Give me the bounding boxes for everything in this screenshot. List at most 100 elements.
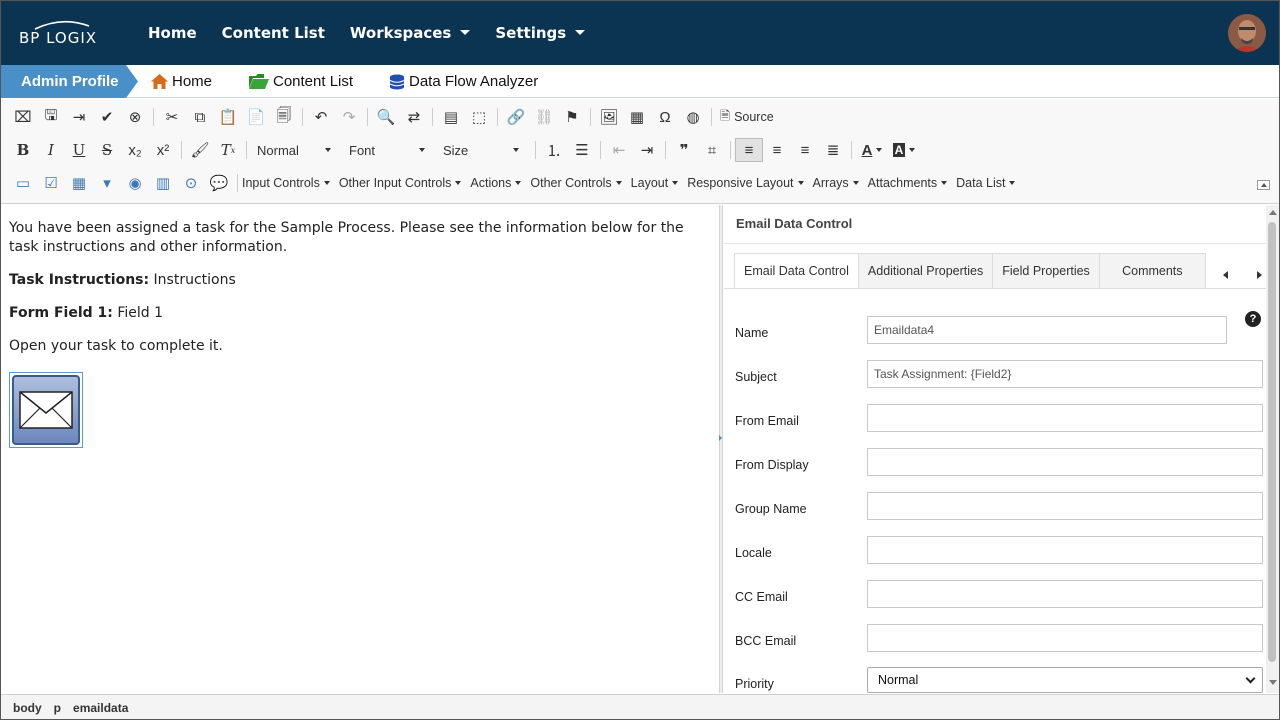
menu-attachments[interactable]: Attachments [868, 176, 948, 190]
subscript-icon[interactable]: x₂ [121, 138, 149, 162]
scroll-down-icon[interactable] [1269, 680, 1277, 685]
menu-responsive-layout[interactable]: Responsive Layout [687, 176, 804, 190]
menu-layout[interactable]: Layout [631, 176, 679, 190]
menu-data-list[interactable]: Data List [956, 176, 1016, 190]
from-email-input[interactable] [867, 404, 1263, 432]
unlink-icon[interactable]: ⛓ [530, 105, 558, 129]
outdent-icon[interactable]: ⇤ [605, 138, 633, 162]
nav-settings[interactable]: Settings [495, 24, 586, 42]
anchor-flag-icon[interactable]: ⚑ [558, 105, 586, 129]
close-circle-icon[interactable]: ⊗ [121, 105, 149, 129]
align-center-icon[interactable]: ≡ [763, 138, 791, 162]
tab-field-properties[interactable]: Field Properties [992, 253, 1100, 288]
checkbox-control-icon[interactable]: ☑ [37, 171, 65, 195]
tab-scroll-right-icon[interactable] [1257, 271, 1262, 279]
format-dropdown[interactable]: Normal [251, 139, 337, 161]
div-container-icon[interactable]: ⌗ [698, 138, 726, 162]
comment-control-icon[interactable]: 💬 [205, 171, 233, 195]
select-all-icon[interactable]: ⬚ [465, 105, 493, 129]
name-input[interactable]: Emaildata4 [867, 316, 1227, 344]
link-icon[interactable]: 🔗 [502, 105, 530, 129]
paste-word-icon[interactable]: 🗐 [270, 105, 298, 129]
nav-workspaces[interactable]: Workspaces [350, 24, 471, 42]
editor-content[interactable]: You have been assigned a task for the Sa… [1, 205, 719, 693]
subject-input[interactable]: Task Assignment: {Field2} [867, 360, 1263, 388]
menu-other-input-controls[interactable]: Other Input Controls [339, 176, 462, 190]
redo-icon[interactable]: ↷ [335, 105, 363, 129]
paste-icon[interactable]: 📋 [214, 105, 242, 129]
admin-profile-tab[interactable]: Admin Profile [0, 65, 138, 98]
indent-icon[interactable]: ⇥ [633, 138, 661, 162]
save-as-icon[interactable]: ⇥ [65, 105, 93, 129]
user-avatar[interactable] [1228, 14, 1266, 52]
priority-select[interactable]: Normal [867, 667, 1263, 693]
menu-other-controls[interactable]: Other Controls [530, 176, 622, 190]
path-emaildata[interactable]: emaildata [73, 701, 128, 715]
dropdown-control-icon[interactable]: ▾ [93, 171, 121, 195]
underline-icon[interactable]: U [65, 138, 93, 162]
align-right-icon[interactable]: ≡ [791, 138, 819, 162]
align-justify-icon[interactable]: ≣ [819, 138, 847, 162]
table-icon[interactable]: ▦ [623, 105, 651, 129]
nav-content-list[interactable]: Content List [222, 24, 325, 42]
clear-form-icon[interactable]: ⌧ [9, 105, 37, 129]
form-icon[interactable]: ▤ [437, 105, 465, 129]
copy-icon[interactable]: ⧉ [186, 105, 214, 129]
path-body[interactable]: body [13, 701, 42, 715]
subbar-home-link[interactable]: Home [151, 65, 212, 98]
help-icon[interactable]: ? [1245, 311, 1261, 327]
cut-icon[interactable]: ✂ [158, 105, 186, 129]
find-icon[interactable]: 🔍 [372, 105, 400, 129]
locale-input[interactable] [867, 536, 1263, 564]
image-icon[interactable]: 🖼 [595, 105, 623, 129]
save-check-icon[interactable]: ✔ [93, 105, 121, 129]
subbar-data-flow-link[interactable]: Data Flow Analyzer [389, 65, 538, 98]
toggle-control-icon[interactable]: ⊙ [177, 171, 205, 195]
collapse-toolbar-button[interactable] [1257, 180, 1270, 190]
date-control-icon[interactable]: ▦ [65, 171, 93, 195]
paste-text-icon[interactable]: 📄 [242, 105, 270, 129]
source-button[interactable]: 🗎 Source [716, 105, 778, 129]
bcc-email-input[interactable] [867, 624, 1263, 652]
bullet-list-icon[interactable]: ☰ [568, 138, 596, 162]
radio-control-icon[interactable]: ◉ [121, 171, 149, 195]
align-left-icon[interactable]: ≡ [735, 138, 763, 162]
background-color-icon[interactable]: A [888, 138, 920, 162]
subbar-content-list-link[interactable]: Content List [249, 65, 353, 98]
blockquote-icon[interactable]: ❞ [670, 138, 698, 162]
globe-icon[interactable]: ◍ [679, 105, 707, 129]
cc-email-input[interactable] [867, 580, 1263, 608]
scrollbar-thumb[interactable] [1268, 222, 1276, 662]
special-char-icon[interactable]: Ω [651, 105, 679, 129]
save-icon[interactable]: 🖫 [37, 105, 65, 129]
replace-icon[interactable]: ⇄ [400, 105, 428, 129]
undo-icon[interactable]: ↶ [307, 105, 335, 129]
group-name-input[interactable] [867, 492, 1263, 520]
tab-scroll-left-icon[interactable] [1223, 271, 1228, 279]
strikethrough-icon[interactable]: S [93, 138, 121, 162]
textbox-control-icon[interactable]: ▭ [9, 171, 37, 195]
text-color-icon[interactable]: A [856, 138, 888, 162]
numbered-list-icon[interactable]: ⒈ [540, 138, 568, 162]
menu-actions[interactable]: Actions [470, 176, 522, 190]
superscript-icon[interactable]: x² [149, 138, 177, 162]
from-display-input[interactable] [867, 448, 1263, 476]
menu-input-controls[interactable]: Input Controls [242, 176, 330, 190]
bold-icon[interactable]: B [9, 138, 37, 162]
font-dropdown[interactable]: Font [343, 139, 431, 161]
path-p[interactable]: p [54, 701, 61, 715]
bp-logix-logo[interactable]: BP LOGIX [19, 20, 105, 47]
remove-format-icon[interactable]: Tx [214, 138, 242, 162]
panel-scrollbar[interactable] [1266, 205, 1279, 693]
tab-email-data-control[interactable]: Email Data Control [734, 253, 859, 288]
panel-splitter[interactable] [719, 205, 723, 693]
tab-additional-properties[interactable]: Additional Properties [857, 253, 994, 288]
italic-icon[interactable]: I [37, 138, 65, 162]
listbox-control-icon[interactable]: ▥ [149, 171, 177, 195]
nav-home[interactable]: Home [148, 24, 197, 42]
menu-arrays[interactable]: Arrays [813, 176, 859, 190]
tab-comments[interactable]: Comments [1098, 253, 1206, 288]
email-data-control[interactable] [9, 372, 83, 448]
scroll-up-icon[interactable] [1269, 210, 1277, 215]
size-dropdown[interactable]: Size [437, 139, 525, 161]
